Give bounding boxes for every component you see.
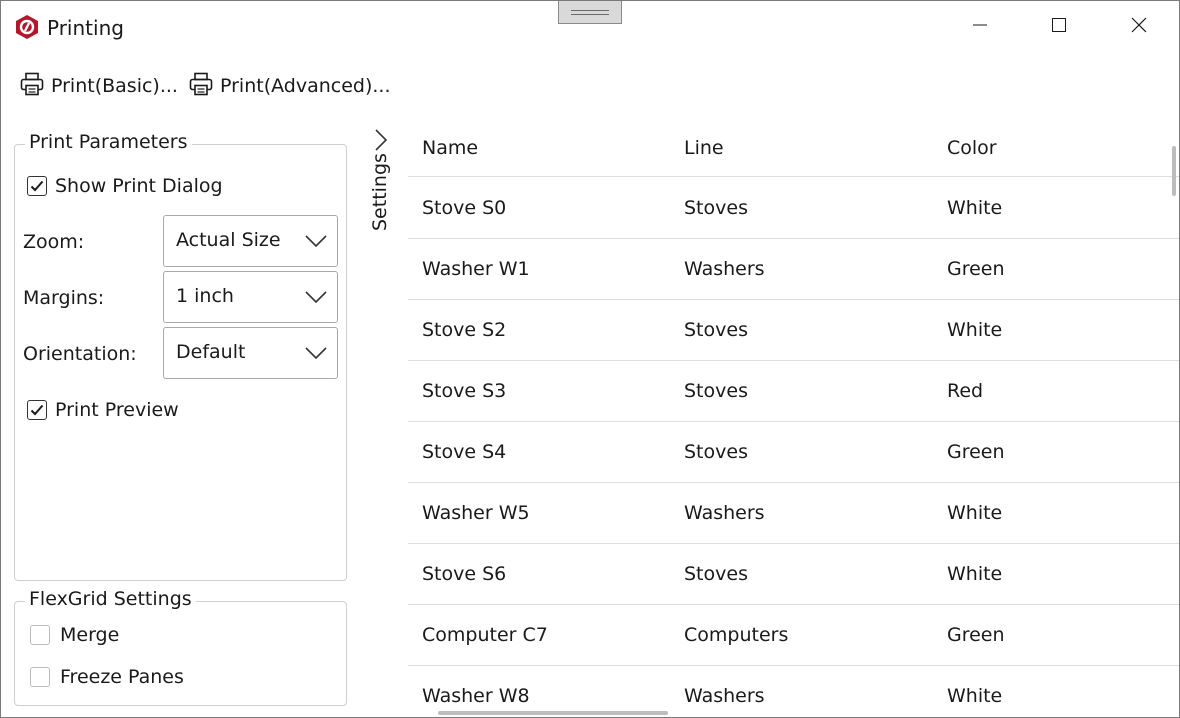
- table-row[interactable]: Stove S3 Stoves Red: [408, 361, 1179, 422]
- cell-color[interactable]: White: [947, 178, 1002, 238]
- close-button[interactable]: [1116, 7, 1162, 47]
- maximize-icon: [1051, 17, 1067, 37]
- table-row[interactable]: Stove S4 Stoves Green: [408, 422, 1179, 483]
- checkbox-box[interactable]: [27, 176, 47, 196]
- maximize-button[interactable]: [1036, 7, 1082, 47]
- close-icon: [1131, 17, 1147, 37]
- show-print-dialog-checkbox[interactable]: Show Print Dialog: [27, 175, 223, 197]
- window-title: Printing: [47, 16, 124, 40]
- print-advanced-label: Print(Advanced)...: [220, 75, 391, 97]
- checkmark-icon: [30, 404, 44, 416]
- drag-grip-handle[interactable]: [558, 1, 622, 24]
- print-advanced-button[interactable]: Print(Advanced)...: [188, 69, 391, 103]
- cell-line[interactable]: Stoves: [684, 361, 748, 421]
- cell-line[interactable]: Stoves: [684, 178, 748, 238]
- merge-label: Merge: [60, 624, 120, 646]
- app-logo-icon: [14, 14, 40, 40]
- zoom-combo[interactable]: Actual Size: [163, 215, 338, 267]
- cell-color[interactable]: Green: [947, 239, 1005, 299]
- zoom-value: Actual Size: [176, 229, 281, 251]
- cell-color[interactable]: Red: [947, 361, 983, 421]
- flexgrid-settings-title: FlexGrid Settings: [25, 588, 196, 610]
- column-header-color[interactable]: Color: [947, 119, 997, 177]
- checkbox-box[interactable]: [27, 400, 47, 420]
- cell-name[interactable]: Stove S6: [422, 544, 506, 604]
- print-preview-label: Print Preview: [55, 399, 179, 421]
- orientation-label: Orientation:: [23, 343, 137, 365]
- toolbar: Print(Basic)... Print(Advanced)...: [1, 65, 601, 105]
- column-header-line[interactable]: Line: [684, 119, 724, 177]
- cell-name[interactable]: Washer W5: [422, 483, 530, 543]
- cell-color[interactable]: White: [947, 300, 1002, 360]
- margins-label: Margins:: [23, 287, 105, 309]
- minimize-button[interactable]: [957, 7, 1003, 47]
- chevron-down-icon: [305, 289, 327, 308]
- cell-line[interactable]: Stoves: [684, 422, 748, 482]
- minimize-icon: [972, 17, 988, 37]
- cell-name[interactable]: Stove S4: [422, 422, 506, 482]
- printer-icon: [19, 71, 45, 101]
- zoom-label: Zoom:: [23, 231, 85, 253]
- cell-color[interactable]: White: [947, 666, 1002, 717]
- cell-line[interactable]: Washers: [684, 483, 765, 543]
- horizontal-scrollbar[interactable]: [438, 711, 668, 715]
- checkbox-box[interactable]: [30, 625, 50, 645]
- cell-name[interactable]: Stove S2: [422, 300, 506, 360]
- cell-line[interactable]: Washers: [684, 666, 765, 717]
- title-bar[interactable]: Printing: [1, 1, 1179, 55]
- printing-window: Printing Print(Basic)... Print(Advanced)…: [0, 0, 1180, 718]
- settings-label: Settings: [369, 153, 391, 231]
- printer-icon: [188, 71, 214, 101]
- merge-checkbox[interactable]: Merge: [30, 624, 119, 646]
- cell-name[interactable]: Computer C7: [422, 605, 548, 665]
- cell-name[interactable]: Washer W1: [422, 239, 530, 299]
- flexgrid[interactable]: Name Line Color Stove S0 Stoves White Wa…: [408, 119, 1179, 717]
- checkmark-icon: [30, 180, 44, 192]
- chevron-right-icon[interactable]: [374, 129, 388, 155]
- table-row[interactable]: Stove S2 Stoves White: [408, 300, 1179, 361]
- table-row[interactable]: Washer W5 Washers White: [408, 483, 1179, 544]
- cell-name[interactable]: Stove S0: [422, 178, 506, 238]
- freeze-panes-label: Freeze Panes: [60, 666, 184, 688]
- column-header-name[interactable]: Name: [422, 119, 478, 177]
- print-preview-checkbox[interactable]: Print Preview: [27, 399, 179, 421]
- settings-panel-toggle[interactable]: Settings: [363, 123, 403, 263]
- print-parameters-title: Print Parameters: [25, 131, 192, 153]
- margins-combo[interactable]: 1 inch: [163, 271, 338, 323]
- cell-color[interactable]: White: [947, 483, 1002, 543]
- cell-name[interactable]: Stove S3: [422, 361, 506, 421]
- table-row[interactable]: Washer W1 Washers Green: [408, 239, 1179, 300]
- print-parameters-group: Print Parameters Show Print Dialog Zoom:…: [14, 131, 347, 581]
- show-print-dialog-label: Show Print Dialog: [55, 175, 223, 197]
- grid-header-row: Name Line Color: [408, 119, 1179, 177]
- orientation-combo[interactable]: Default: [163, 327, 338, 379]
- cell-color[interactable]: White: [947, 544, 1002, 604]
- checkbox-box[interactable]: [30, 667, 50, 687]
- vertical-scrollbar[interactable]: [1172, 146, 1176, 196]
- freeze-panes-checkbox[interactable]: Freeze Panes: [30, 666, 184, 688]
- table-row[interactable]: Stove S6 Stoves White: [408, 544, 1179, 605]
- cell-color[interactable]: Green: [947, 605, 1005, 665]
- chevron-down-icon: [305, 345, 327, 364]
- print-basic-label: Print(Basic)...: [51, 75, 178, 97]
- margins-value: 1 inch: [176, 285, 234, 307]
- print-basic-button[interactable]: Print(Basic)...: [19, 69, 178, 103]
- table-row[interactable]: Computer C7 Computers Green: [408, 605, 1179, 666]
- cell-line[interactable]: Stoves: [684, 544, 748, 604]
- cell-color[interactable]: Green: [947, 422, 1005, 482]
- cell-line[interactable]: Washers: [684, 239, 765, 299]
- orientation-value: Default: [176, 341, 246, 363]
- cell-line[interactable]: Stoves: [684, 300, 748, 360]
- table-row[interactable]: Stove S0 Stoves White: [408, 178, 1179, 239]
- chevron-down-icon: [305, 233, 327, 252]
- cell-line[interactable]: Computers: [684, 605, 788, 665]
- flexgrid-settings-group: FlexGrid Settings Merge Freeze Panes: [14, 588, 347, 706]
